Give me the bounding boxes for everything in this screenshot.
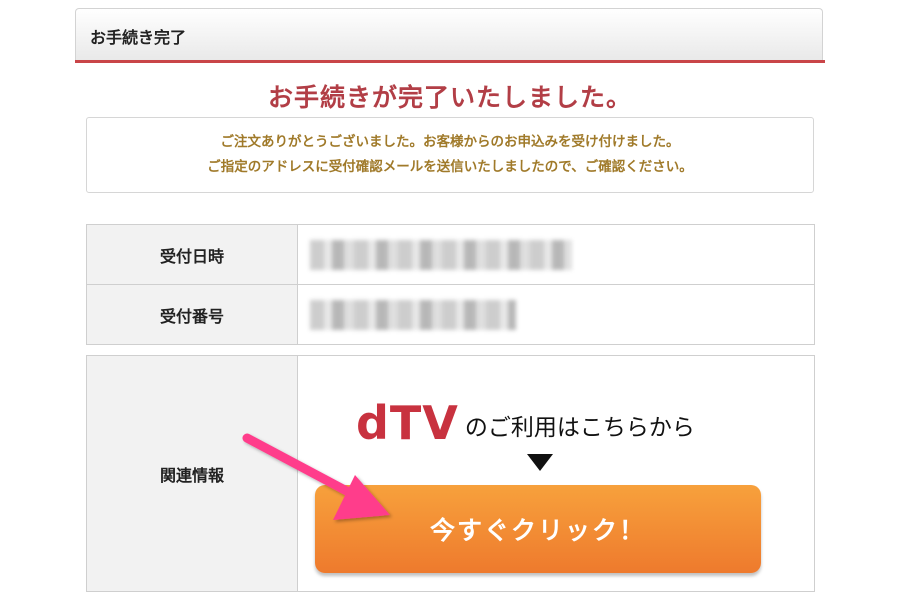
reception-number-value [297,284,815,345]
click-now-button[interactable]: 今すぐクリック！ [315,485,761,573]
reception-datetime-label: 受付日時 [86,224,298,285]
reception-datetime-value [297,224,815,285]
down-triangle-icon [527,454,553,471]
related-info-content: dTV のご利用はこちらから 今すぐクリック！ [297,355,815,592]
receipt-details-table: 受付日時 受付番号 [86,224,815,345]
redacted-value [310,299,516,330]
dtv-logo[interactable]: dTV [356,400,459,446]
reception-number-label: 受付番号 [86,284,298,345]
header-bar: お手続き完了 [75,8,823,60]
dtv-promo-line: dTV のご利用はこちらから [356,396,695,446]
message-line-2: ご指定のアドレスに受付確認メールを送信いたしましたので、ご確認ください。 [207,159,693,175]
completion-heading: お手続きが完了いたしました。 [267,83,632,112]
message-line-1: ご注文ありがとうございました。お客様からのお申込みを受け付けました。 [220,134,680,150]
header-divider [75,60,825,63]
related-info-label: 関連情報 [86,355,298,592]
table-row: 受付番号 [86,284,815,345]
completion-message-box: ご注文ありがとうございました。お客様からのお申込みを受け付けました。 ご指定のア… [86,117,814,193]
redacted-value [310,239,572,270]
page-title: お手続き完了 [90,28,187,47]
dtv-promo-text: のご利用はこちらから [464,415,695,441]
table-row: 関連情報 dTV のご利用はこちらから 今すぐクリック！ [86,355,815,592]
related-info-table: 関連情報 dTV のご利用はこちらから 今すぐクリック！ [86,355,815,592]
table-row: 受付日時 [86,224,815,285]
